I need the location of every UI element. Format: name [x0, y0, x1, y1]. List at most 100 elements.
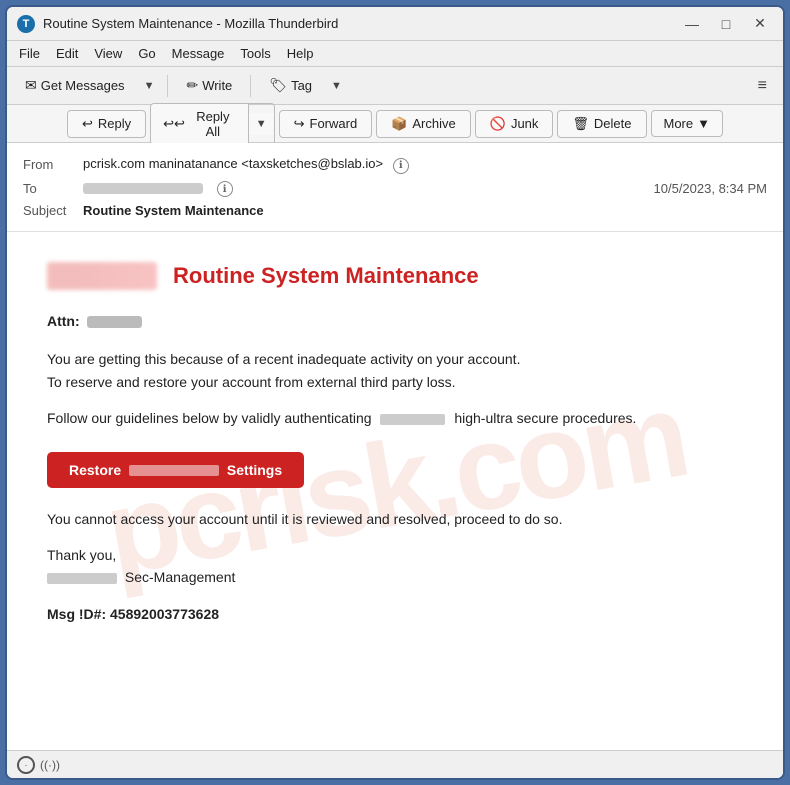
email-date: 10/5/2023, 8:34 PM — [654, 181, 767, 196]
subject-row: Subject Routine System Maintenance — [23, 200, 767, 221]
msg-id-line: Msg !D#: 45892003773628 — [47, 603, 743, 625]
archive-button[interactable]: 📦 Archive — [376, 110, 471, 138]
logo-placeholder — [47, 262, 157, 290]
restore-suffix: Settings — [227, 462, 282, 478]
msg-id-value: 45892003773628 — [110, 606, 219, 622]
attn-label: Attn: — [47, 313, 80, 329]
status-text: ((·)) — [40, 758, 60, 772]
email-body: pcrisk.com Routine System Maintenance At… — [7, 232, 783, 750]
archive-label: Archive — [412, 116, 455, 131]
more-chevron-icon: ▼ — [697, 116, 710, 131]
to-value: ℹ — [83, 180, 654, 198]
reply-all-group: ↩↩ Reply All ▼ — [150, 103, 274, 145]
tag-dropdown[interactable]: ▼ — [326, 76, 347, 96]
status-symbol: · — [25, 760, 28, 770]
delete-button[interactable]: 🗑 Delete — [557, 110, 646, 138]
trash-icon: 🗑 — [572, 116, 589, 132]
para2: Follow our guidelines below by validly a… — [47, 407, 743, 429]
menu-help[interactable]: Help — [279, 44, 322, 63]
sender-name-redacted — [47, 573, 117, 584]
main-window: T Routine System Maintenance - Mozilla T… — [5, 5, 785, 780]
menu-message[interactable]: Message — [164, 44, 233, 63]
restore-prefix: Restore — [69, 462, 121, 478]
get-messages-button[interactable]: ✉ Get Messages — [15, 73, 135, 98]
reply-all-label: Reply All — [190, 109, 236, 139]
app-icon: T — [17, 15, 35, 33]
close-button[interactable]: ✕ — [747, 13, 773, 35]
junk-button[interactable]: 🚫 Junk — [475, 110, 554, 138]
menu-view[interactable]: View — [86, 44, 130, 63]
window-controls: — □ ✕ — [679, 13, 773, 35]
from-label: From — [23, 157, 83, 172]
write-label: Write — [202, 78, 232, 93]
maximize-button[interactable]: □ — [713, 13, 739, 35]
to-privacy-icon[interactable]: ℹ — [217, 181, 233, 197]
attn-line: Attn: — [47, 310, 743, 332]
junk-label: Junk — [511, 116, 538, 131]
msg-id-label: Msg !D#: — [47, 606, 106, 622]
reply-all-dropdown[interactable]: ▼ — [249, 113, 274, 135]
reply-all-icon: ↩↩ — [163, 116, 185, 132]
from-email: <taxsketches@bslab.io> — [241, 156, 383, 171]
more-button[interactable]: More ▼ — [651, 110, 724, 137]
tag-icon: 🏷 — [269, 77, 287, 94]
reply-all-button[interactable]: ↩↩ Reply All — [151, 104, 249, 144]
email-header-row: Routine System Maintenance — [47, 262, 743, 290]
email-title: Routine System Maintenance — [173, 263, 479, 289]
forward-icon: ↪ — [294, 116, 305, 132]
menu-file[interactable]: File — [11, 44, 48, 63]
minimize-button[interactable]: — — [679, 13, 705, 35]
sec-mgmt: Sec-Management — [125, 569, 236, 585]
tag-button[interactable]: 🏷 Tag — [259, 73, 322, 98]
menu-tools[interactable]: Tools — [232, 44, 278, 63]
get-messages-label: Get Messages — [41, 78, 125, 93]
restore-email-redacted — [129, 465, 219, 476]
junk-icon: 🚫 — [490, 116, 506, 132]
reply-label: Reply — [98, 116, 131, 131]
from-value: pcrisk.com maninatanance <taxsketches@bs… — [83, 156, 767, 174]
forward-button[interactable]: ↪ Forward — [279, 110, 373, 138]
title-bar: T Routine System Maintenance - Mozilla T… — [7, 7, 783, 41]
main-toolbar: ✉ Get Messages ▼ ✏ Write 🏷 Tag ▼ ≡ — [7, 67, 783, 105]
email-content-area: Attn: You are getting this because of a … — [47, 310, 743, 625]
restore-button-container: Restore Settings — [47, 444, 743, 508]
restore-settings-button[interactable]: Restore Settings — [47, 452, 304, 488]
para3: You cannot access your account until it … — [47, 508, 743, 530]
para1-line1: You are getting this because of a recent… — [47, 351, 520, 367]
archive-icon: 📦 — [391, 116, 407, 132]
to-label: To — [23, 181, 83, 196]
from-name: pcrisk.com maninatanance — [83, 156, 238, 171]
menu-go[interactable]: Go — [130, 44, 163, 63]
inline-redact-1 — [380, 414, 445, 425]
toolbar-separator — [167, 75, 168, 97]
forward-label: Forward — [310, 116, 358, 131]
to-address-redacted — [83, 183, 203, 194]
menu-bar: File Edit View Go Message Tools Help — [7, 41, 783, 67]
menu-edit[interactable]: Edit — [48, 44, 86, 63]
privacy-icon[interactable]: ℹ — [393, 158, 409, 174]
subject-value: Routine System Maintenance — [83, 203, 767, 218]
envelope-icon: ✉ — [25, 77, 37, 94]
to-row: To ℹ 10/5/2023, 8:34 PM — [23, 177, 767, 201]
get-messages-dropdown[interactable]: ▼ — [139, 76, 160, 96]
reply-button[interactable]: ↩ Reply — [67, 110, 146, 138]
para2-suffix: high-ultra secure procedures. — [454, 410, 636, 426]
hamburger-menu-button[interactable]: ≡ — [750, 73, 775, 99]
attn-name-redacted — [87, 316, 142, 328]
subject-label: Subject — [23, 203, 83, 218]
write-button[interactable]: ✏ Write — [176, 73, 242, 98]
para1-line2: To reserve and restore your account from… — [47, 374, 456, 390]
thanks-line: Thank you, Sec-Management — [47, 544, 743, 589]
para2-prefix: Follow our guidelines below by validly a… — [47, 410, 372, 426]
reply-icon: ↩ — [82, 116, 93, 132]
thanks-text: Thank you, — [47, 547, 116, 563]
status-bar: · ((·)) — [7, 750, 783, 778]
reply-toolbar: ↩ Reply ↩↩ Reply All ▼ ↪ Forward 📦 Archi… — [7, 105, 783, 143]
email-header: From pcrisk.com maninatanance <taxsketch… — [7, 143, 783, 232]
pencil-icon: ✏ — [186, 77, 198, 94]
connection-status-icon: · — [17, 756, 35, 774]
from-row: From pcrisk.com maninatanance <taxsketch… — [23, 153, 767, 177]
delete-label: Delete — [594, 116, 632, 131]
para1: You are getting this because of a recent… — [47, 348, 743, 393]
tag-label: Tag — [291, 78, 312, 93]
